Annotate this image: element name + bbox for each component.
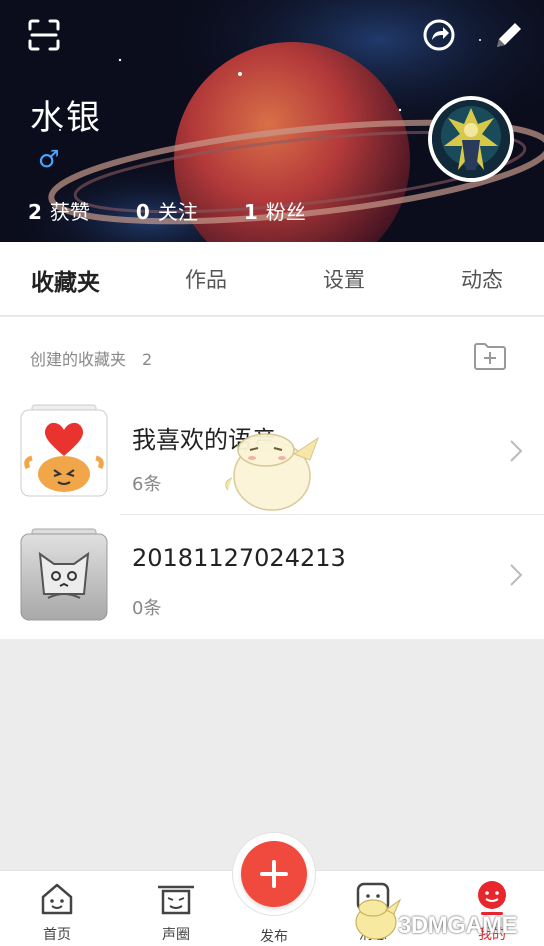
- tab-settings[interactable]: 设置: [323, 264, 365, 294]
- avatar[interactable]: [428, 96, 514, 182]
- avatar-image: [432, 100, 510, 178]
- stat-following-label: 关注: [157, 200, 198, 224]
- folders-header: 创建的收藏夹 2: [30, 346, 152, 370]
- watermark-text: 3DMGAME: [398, 912, 518, 939]
- stat-likes-label: 获赞: [49, 200, 90, 224]
- nav-circle[interactable]: 声圈: [136, 871, 216, 946]
- folder-count: 0条: [132, 598, 162, 619]
- folders-header-label: 创建的收藏夹: [30, 350, 127, 369]
- edit-icon[interactable]: [491, 17, 527, 53]
- folder-thumbnail: [20, 404, 108, 497]
- nav-circle-label: 声圈: [162, 927, 190, 943]
- tab-favorites[interactable]: 收藏夹: [31, 263, 100, 297]
- stat-following-count: 0: [135, 200, 150, 224]
- stat-following[interactable]: 0 关注: [136, 196, 198, 225]
- profile-tabs: 收藏夹 作品 设置 动态: [0, 242, 544, 316]
- home-icon: [41, 883, 73, 915]
- gender-male-icon: ♂: [38, 145, 60, 173]
- folder-count: 6条: [132, 474, 162, 495]
- share-icon[interactable]: [421, 17, 457, 53]
- stat-likes-count: 2: [28, 200, 42, 224]
- nav-home[interactable]: 首页: [17, 871, 97, 946]
- stat-followers-count: 1: [243, 200, 258, 224]
- publish-label: 发布: [260, 929, 288, 945]
- folders-count: 2: [142, 350, 153, 369]
- stat-followers[interactable]: 1 粉丝: [244, 196, 306, 225]
- circle-icon: [158, 885, 194, 915]
- scan-icon[interactable]: [26, 17, 62, 53]
- plus-icon: [260, 860, 288, 888]
- stat-likes[interactable]: 2 获赞: [28, 196, 90, 225]
- chevron-right-icon: [510, 564, 523, 586]
- nav-home-label: 首页: [43, 927, 71, 943]
- profile-header: 水银 ♂ 2 获赞 0 关注 1 粉丝: [0, 0, 544, 242]
- tab-works[interactable]: 作品: [185, 264, 227, 294]
- folder-thumbnail: [20, 528, 108, 621]
- profile-stats: 2 获赞 0 关注 1 粉丝: [28, 196, 352, 225]
- username: 水银: [30, 98, 102, 138]
- floating-mascot-icon[interactable]: [220, 420, 326, 516]
- watermark-mascot-icon: [355, 898, 402, 940]
- publish-button[interactable]: [241, 841, 307, 907]
- add-folder-icon[interactable]: [473, 341, 507, 371]
- publish-button-wrap: [232, 832, 316, 916]
- folder-item[interactable]: 20181127024213 0条: [0, 514, 544, 638]
- stat-followers-label: 粉丝: [265, 200, 306, 224]
- tab-activity[interactable]: 动态: [461, 264, 503, 294]
- folder-title: 20181127024213: [132, 544, 346, 572]
- chevron-right-icon: [510, 440, 523, 462]
